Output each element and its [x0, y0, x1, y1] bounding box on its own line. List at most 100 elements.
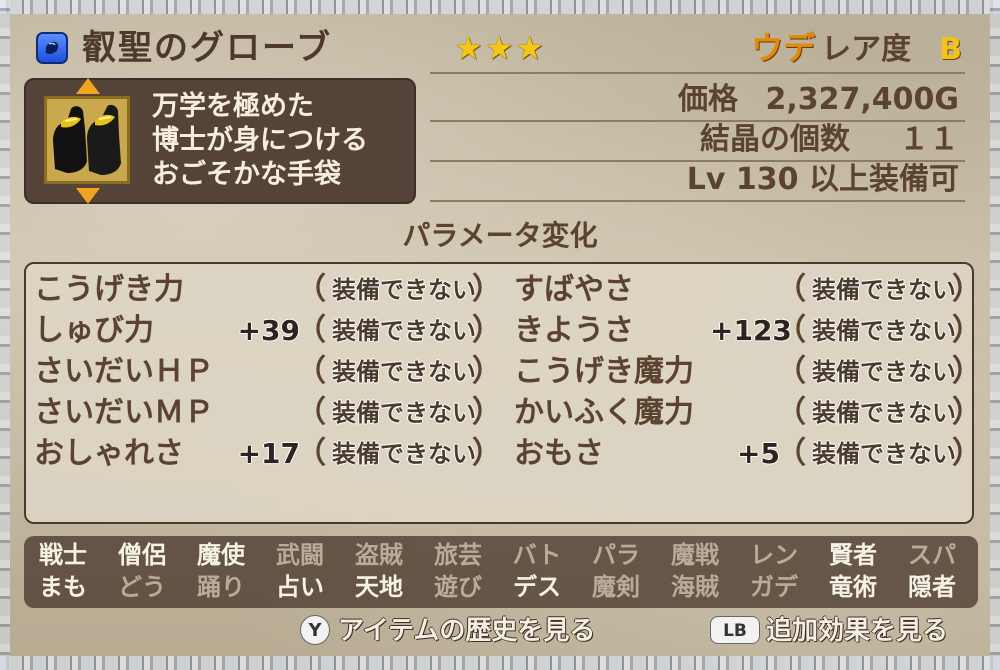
description-line: おごそかな手袋 — [152, 159, 341, 190]
job-label: 隠者 — [908, 573, 956, 601]
param-name: こうげき魔力 — [514, 354, 694, 389]
history-button[interactable]: Y アイテムの歴史を見る — [300, 614, 630, 648]
param-note: 装備できない — [332, 358, 476, 386]
param-name: かいふく魔力 — [514, 395, 694, 430]
job-label: デス — [513, 573, 561, 601]
price-label: 価格 — [678, 82, 738, 117]
job-label: 魔使 — [197, 541, 245, 569]
param-note: 装備できない — [812, 358, 956, 386]
job-label: 盗賊 — [355, 541, 403, 569]
item-header: 叡聖のグローブ ★★★ ウデ レア度 B — [36, 24, 966, 70]
job-label: 武闘 — [276, 541, 324, 569]
price-value: 2,327,400G — [765, 82, 959, 117]
job-label: 踊り — [197, 573, 245, 601]
job-label: 魔剣 — [592, 573, 640, 601]
param-open-paren: （ — [296, 395, 326, 430]
job-label: 僧侶 — [118, 541, 166, 569]
param-note: 装備できない — [332, 317, 476, 345]
param-name: きようさ — [514, 313, 634, 348]
param-note: 装備できない — [332, 276, 476, 304]
job-label: どう — [118, 573, 166, 601]
job-label: 旅芸 — [434, 541, 482, 569]
job-label: 賢者 — [829, 541, 877, 569]
param-note: 装備できない — [332, 399, 476, 427]
lb-button-icon: LB — [710, 616, 760, 644]
job-label: 天地 — [355, 573, 403, 601]
param-open-paren: （ — [776, 395, 806, 430]
history-button-label: アイテムの歴史を見る — [338, 616, 596, 646]
rarity-info: ウデ レア度 B — [751, 26, 962, 70]
effects-button-label: 追加効果を見る — [766, 616, 949, 646]
rarity-label: レア度 — [821, 32, 912, 67]
param-open-paren: （ — [296, 436, 326, 471]
param-open-paren: （ — [776, 436, 806, 471]
param-name: さいだいＨＰ — [34, 354, 214, 389]
param-open-paren: （ — [776, 313, 806, 348]
frost-border-right — [990, 0, 1000, 670]
param-close-paren: ） — [472, 395, 502, 430]
job-label: まも — [39, 573, 87, 601]
param-row: さいだいＨＰ （装備できない） — [34, 352, 502, 392]
param-row: さいだいＭＰ （装備できない） — [34, 393, 502, 433]
scroll-up-arrow-icon[interactable] — [76, 78, 100, 94]
param-open-paren: （ — [776, 354, 806, 389]
param-delta: +5 — [737, 437, 780, 470]
description-line: 万学を極めた — [152, 91, 314, 122]
param-row: きようさ +123 （装備できない） — [514, 311, 982, 351]
param-note: 装備できない — [812, 276, 956, 304]
equipment-slot: ウデ — [751, 29, 816, 67]
param-row: おもさ +5 （装備できない） — [514, 434, 982, 474]
param-close-paren: ） — [472, 313, 502, 348]
frost-border-top — [0, 0, 1000, 14]
param-row: おしゃれさ +17 （装備できない） — [34, 434, 502, 474]
param-close-paren: ） — [952, 354, 982, 389]
param-close-paren: ） — [472, 354, 502, 389]
param-note: 装備できない — [812, 440, 956, 468]
scroll-down-arrow-icon[interactable] — [76, 188, 100, 204]
job-label: 海賊 — [671, 573, 719, 601]
param-open-paren: （ — [296, 313, 326, 348]
frost-border-bottom — [0, 656, 1000, 670]
item-name: 叡聖のグローブ — [82, 28, 332, 68]
job-label: バト — [512, 541, 562, 569]
glove-icon — [36, 32, 68, 64]
parameter-change-panel: こうげき力（装備できない）しゅび力 +39 （装備できない）さいだいＨＰ （装備できな… — [24, 262, 982, 524]
price-row: 価格 2,327,400G — [430, 80, 965, 122]
param-row: しゅび力 +39 （装備できない） — [34, 311, 502, 351]
param-delta: +123 — [710, 314, 792, 347]
param-name: さいだいＭＰ — [34, 395, 214, 430]
param-close-paren: ） — [952, 272, 982, 307]
param-close-paren: ） — [472, 436, 502, 471]
crystal-row: 結晶の個数 １１ — [430, 120, 965, 162]
parameter-change-title: パラメータ変化 — [402, 219, 598, 252]
level-label: Lv — [686, 162, 726, 197]
crystal-label: 結晶の個数 — [700, 122, 850, 157]
param-delta: +39 — [237, 314, 300, 347]
param-name: こうげき力 — [34, 272, 184, 307]
level-requirement: Lv 130 以上装備可 — [687, 160, 959, 200]
job-label: パラ — [592, 541, 640, 569]
description-line: 博士が身につける — [152, 125, 368, 156]
black-gold-gloves-icon — [44, 96, 130, 184]
param-name: おもさ — [514, 436, 604, 471]
param-close-paren: ） — [472, 272, 502, 307]
y-button-icon: Y — [300, 615, 330, 645]
param-delta: +17 — [237, 437, 300, 470]
header-divider — [430, 72, 965, 74]
param-name: すばやさ — [514, 272, 634, 307]
param-name: しゅび力 — [34, 313, 154, 348]
job-label: 魔戦 — [671, 541, 719, 569]
param-note: 装備できない — [812, 317, 956, 345]
rarity-grade: B — [939, 32, 962, 67]
job-label: ガデ — [750, 573, 798, 601]
param-name: おしゃれさ — [34, 436, 184, 471]
job-label: 戦士 — [39, 541, 87, 569]
param-row: すばやさ （装備できない） — [514, 270, 982, 310]
level-value: 130 — [735, 162, 799, 197]
param-open-paren: （ — [296, 354, 326, 389]
job-label: 遊び — [434, 573, 482, 601]
job-equip-panel: 戦士 僧侶 魔使 武闘 盗賊 旅芸 バト パラ 魔戦 レン 賢者 スパ まも どう 踊り 占い 天地 遊び デス 魔… — [24, 536, 978, 608]
effects-button[interactable]: LB 追加効果を見る — [710, 614, 970, 648]
param-close-paren: ） — [952, 436, 982, 471]
param-close-paren: ） — [952, 313, 982, 348]
